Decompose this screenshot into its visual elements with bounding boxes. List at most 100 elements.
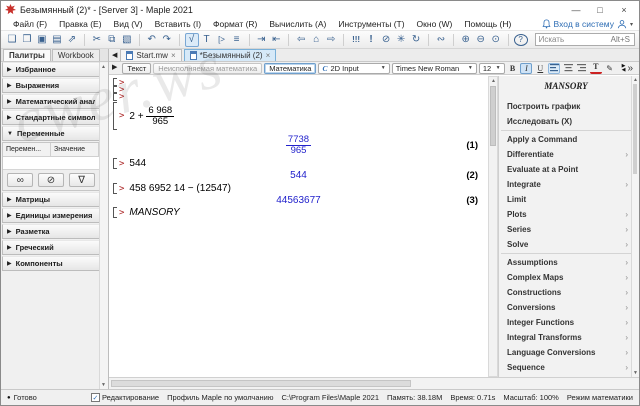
palette-common-symbols[interactable]: ▶ Стандартные символы [2,110,100,125]
home-icon[interactable]: ⌂ [309,33,323,47]
more-toolbar-icon[interactable]: » [627,63,633,74]
paste-icon[interactable]: ▧ [120,33,134,47]
forward-icon[interactable]: ⇨ [324,33,338,47]
input-group-4[interactable]: > MANSORY [113,207,484,218]
input-group-2[interactable]: > 544 [113,158,484,169]
math-input-2[interactable]: 544 [129,158,146,169]
filter-variables-icon[interactable]: ∇ [69,173,95,187]
math-input-1[interactable]: 2 + 6 968965 [129,106,174,127]
palette-favorites[interactable]: ▶ Избранное [2,62,100,77]
menu-edit[interactable]: Правка (E) [53,19,107,29]
tab-startmw[interactable]: Start.mw × [120,49,181,61]
input-group-3[interactable]: > 458 6952 14 − (12547) [113,183,484,194]
interrupt-icon[interactable]: ⊘ [379,33,393,47]
panel-item-limit[interactable]: Limit [499,192,633,207]
empty-prompt-group[interactable]: > [113,92,484,101]
worksheet-scrollbar[interactable]: ▲ [488,76,498,377]
panel-item-assumptions[interactable]: Assumptions› [499,255,633,270]
font-color-icon[interactable]: T [590,63,602,74]
nonexecutable-math-button[interactable]: Неисполняемая математика [153,63,262,74]
scroll-down-icon[interactable]: ▼ [633,370,638,376]
palette-expressions[interactable]: ▶ Выражения [2,78,100,93]
panel-scrollbar[interactable]: ▲ ▼ [631,76,639,377]
sign-in-label[interactable]: Вход в систему [554,19,614,29]
bell-icon[interactable] [542,19,551,29]
close-tab-icon[interactable]: × [266,51,271,60]
outdent-icon[interactable]: ⇤ [269,33,283,47]
align-center-icon[interactable] [562,63,574,74]
scrollbar-thumb[interactable] [490,86,496,146]
palette-matrices[interactable]: ▶ Матрицы [2,192,100,207]
cut-icon[interactable]: ✂ [90,33,104,47]
highlight-pencil-icon[interactable]: ✎ [604,63,616,74]
show-variables-icon[interactable]: ∞ [7,173,33,187]
panel-item-differentiate[interactable]: Differentiate› [499,147,633,162]
scroll-down-icon[interactable]: ▼ [101,382,106,388]
zoom-reset-icon[interactable]: ⊙ [489,33,503,47]
scroll-up-icon[interactable]: ▲ [491,78,496,84]
collapse-sidebar-icon[interactable]: ▶ [112,63,117,71]
palette-units[interactable]: ▶ Единицы измерения [2,208,100,223]
zoom-out-icon[interactable]: ⊖ [474,33,488,47]
tab-untitled-2[interactable]: *Безымянный (2) × [184,49,277,61]
scrollbar-thumb[interactable] [111,380,411,387]
panel-item-sequence[interactable]: Sequence› [499,360,633,375]
close-tab-icon[interactable]: × [171,51,176,60]
export-icon[interactable]: ⇗ [65,33,79,47]
palette-greek[interactable]: ▶ Греческий [2,240,100,255]
restart-icon[interactable]: ↻ [409,33,423,47]
search-input[interactable] [536,35,610,44]
person-icon[interactable] [617,19,627,29]
align-left-icon[interactable] [548,63,560,74]
menu-format[interactable]: Формат (R) [207,19,263,29]
undo-icon[interactable]: ↶ [145,33,159,47]
insert-prompt-icon[interactable]: [> [215,33,229,47]
copy-icon[interactable]: ⧉ [105,33,119,47]
print-icon[interactable]: ▤ [50,33,64,47]
panel-item-integrate[interactable]: Integrate› [499,177,633,192]
menu-evaluate[interactable]: Вычислить (A) [263,19,332,29]
panel-item-explore[interactable]: Исследовать (X) [499,114,633,129]
input-style-select[interactable]: C2D Input ▼ [318,63,389,74]
execute-all-icon[interactable]: !!! [349,33,363,47]
sign-in-caret[interactable]: ▾ [630,21,633,28]
underline-button[interactable]: U [534,63,546,74]
menu-insert[interactable]: Вставить (I) [149,19,207,29]
checkbox-check-icon[interactable]: ✓ [91,393,100,402]
palette-components[interactable]: ▶ Компоненты [2,256,100,271]
new-document-icon[interactable]: ❑ [5,33,19,47]
menu-file[interactable]: Файл (F) [7,19,53,29]
tab-workbook[interactable]: Workbook [52,49,100,61]
insert-math-icon[interactable]: √ [185,33,199,47]
panel-item-solve[interactable]: Solve› [499,237,633,252]
input-group-1[interactable]: > 2 + 6 968965 [113,102,484,130]
palette-calculus[interactable]: ▶ Математический анализ [2,94,100,109]
horizontal-scrollbar[interactable] [109,377,639,389]
maximize-button[interactable]: □ [589,2,611,17]
open-icon[interactable]: ❒ [20,33,34,47]
panel-item-language-conversions[interactable]: Language Conversions› [499,345,633,360]
minimize-button[interactable]: — [565,2,587,17]
search-box[interactable]: Alt+S [535,33,635,46]
palette-variables[interactable]: ▼ Переменные [2,126,100,141]
panel-item-evaluate-at-point[interactable]: Evaluate at a Point [499,162,633,177]
italic-button[interactable]: I [520,63,532,74]
panel-item-apply-command[interactable]: Apply a Command [499,132,633,147]
hyperlink-icon[interactable]: ∾ [434,33,448,47]
sidebar-scrollbar[interactable]: ▲ ▼ [99,63,108,389]
execute-icon[interactable]: ! [364,33,378,47]
worksheet-area[interactable]: > > > > 2 + 6 968965 7738965 (1) > 544 5 [109,76,488,377]
variables-col-name[interactable]: Перемен... [3,143,51,156]
menu-view[interactable]: Вид (V) [108,19,149,29]
section-nav-icons[interactable]: ▶ ◀ [622,64,626,72]
close-button[interactable]: × [613,2,635,17]
back-icon[interactable]: ⇦ [294,33,308,47]
sign-in-area[interactable]: Вход в систему ▾ [542,19,633,29]
panel-item-constructions[interactable]: Constructions› [499,285,633,300]
redo-icon[interactable]: ↷ [160,33,174,47]
math-input-4[interactable]: MANSORY [129,207,179,218]
tab-palettes[interactable]: Палитры [3,49,51,61]
panel-item-plots[interactable]: Plots› [499,207,633,222]
font-family-select[interactable]: Times New Roman ▼ [392,63,477,74]
triangle-left-icon[interactable]: ◀ [622,68,626,72]
